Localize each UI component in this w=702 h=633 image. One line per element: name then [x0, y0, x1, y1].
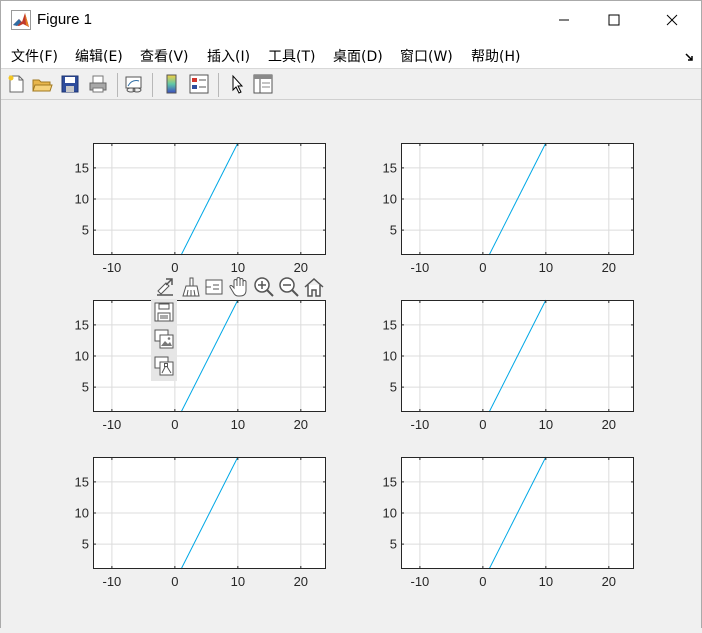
x-tick-label: 10: [539, 574, 553, 589]
save-icon[interactable]: [59, 73, 81, 95]
maximize-button[interactable]: [591, 1, 637, 39]
y-tick-label: 15: [383, 160, 397, 175]
close-icon: [666, 14, 678, 26]
close-button[interactable]: [649, 1, 695, 39]
property-inspector-icon[interactable]: [252, 73, 274, 95]
toolbar-separator: [117, 73, 118, 97]
data-tips-icon[interactable]: [202, 275, 226, 299]
y-tick-label: 10: [383, 192, 397, 207]
x-tick-label: -10: [102, 574, 121, 589]
minimize-icon: [559, 19, 569, 21]
y-tick-label: 10: [383, 506, 397, 521]
menu-desktop[interactable]: 桌面(D): [333, 46, 383, 66]
matlab-logo-icon: [11, 10, 31, 30]
toolbar-separator: [152, 73, 153, 97]
axes-row1-left[interactable]: -10 0 10 20 5 10 15: [75, 142, 326, 275]
x-tick-label: 20: [602, 260, 616, 275]
menu-insert[interactable]: 插入(I): [207, 46, 250, 66]
title-bar[interactable]: Figure 1: [1, 1, 701, 39]
x-tick-label: -10: [102, 417, 121, 432]
figure-toolbar: [1, 70, 701, 100]
x-tick-label: 0: [171, 574, 178, 589]
x-tick-label: -10: [102, 260, 121, 275]
menu-edit[interactable]: 编辑(E): [75, 46, 123, 66]
x-tick-label: 0: [479, 574, 486, 589]
y-tick-label: 15: [75, 317, 89, 332]
x-tick-label: 20: [294, 574, 308, 589]
axes-row3-right[interactable]: -10 0 10 20 5 10 15: [383, 456, 634, 589]
x-tick-label: 20: [294, 417, 308, 432]
pan-icon[interactable]: [227, 275, 251, 299]
axes-row1-right[interactable]: -10 0 10 20 5 10 15: [383, 142, 634, 275]
y-tick-label: 10: [383, 349, 397, 364]
x-tick-label: 20: [602, 417, 616, 432]
axes-toolbar: [151, 275, 331, 299]
x-tick-label: 10: [231, 574, 245, 589]
y-tick-label: 10: [75, 349, 89, 364]
x-tick-label: -10: [410, 574, 429, 589]
x-tick-label: 20: [294, 260, 308, 275]
axes-row2-right[interactable]: -10 0 10 20 5 10 15: [383, 299, 634, 432]
figure-window: Figure 1 文件(F) 编辑(E) 查看(V) 插入(I) 工具(T) 桌…: [0, 0, 702, 628]
y-tick-label: 5: [390, 380, 397, 395]
y-tick-label: 15: [75, 160, 89, 175]
brush-icon[interactable]: [178, 275, 202, 299]
axes-row3-left[interactable]: -10 0 10 20 5 10 15: [75, 456, 326, 589]
export-icon[interactable]: [153, 275, 177, 299]
x-tick-label: -10: [410, 260, 429, 275]
new-figure-icon[interactable]: [5, 73, 27, 95]
y-tick-label: 5: [82, 380, 89, 395]
legend-icon[interactable]: [188, 73, 210, 95]
y-tick-label: 10: [75, 506, 89, 521]
minimize-button[interactable]: [541, 1, 587, 39]
window-title: Figure 1: [37, 11, 93, 28]
x-tick-label: 10: [231, 417, 245, 432]
y-tick-label: 5: [82, 223, 89, 238]
save-as-icon[interactable]: [153, 301, 175, 323]
menu-dock-arrow-icon[interactable]: [685, 49, 695, 61]
menu-window[interactable]: 窗口(W): [400, 46, 453, 66]
open-file-icon[interactable]: [31, 73, 53, 95]
subplot-grid: -10 0 10 2051015-10 0 10 2051015-10 0 10 2051015-…: [75, 142, 634, 589]
menu-view[interactable]: 查看(V): [140, 46, 189, 66]
home-icon[interactable]: [302, 275, 326, 299]
y-tick-label: 15: [75, 474, 89, 489]
x-tick-label: 10: [539, 260, 553, 275]
x-tick-label: 0: [171, 260, 178, 275]
y-tick-label: 5: [390, 223, 397, 238]
export-menu: [151, 299, 177, 381]
toolbar-separator: [218, 73, 219, 97]
menu-bar: 文件(F) 编辑(E) 查看(V) 插入(I) 工具(T) 桌面(D) 窗口(W…: [1, 39, 701, 69]
y-tick-label: 15: [383, 317, 397, 332]
x-tick-label: 10: [231, 260, 245, 275]
menu-help[interactable]: 帮助(H): [471, 46, 520, 66]
figure-canvas: -10 0 10 20 5 10 15 -10 0 10 20 5 10 15 -10 0 10 20 5 10 15-…: [1, 101, 701, 628]
menu-file[interactable]: 文件(F): [11, 46, 58, 66]
y-tick-label: 5: [82, 537, 89, 552]
x-tick-label: 0: [171, 417, 178, 432]
copy-as-image-icon[interactable]: [153, 328, 175, 350]
zoom-out-icon[interactable]: [277, 275, 301, 299]
maximize-icon: [608, 14, 620, 26]
y-tick-label: 15: [383, 474, 397, 489]
x-tick-label: 20: [602, 574, 616, 589]
menu-tools[interactable]: 工具(T): [268, 46, 315, 66]
x-tick-label: -10: [410, 417, 429, 432]
x-tick-label: 10: [539, 417, 553, 432]
y-tick-label: 5: [390, 537, 397, 552]
x-tick-label: 0: [479, 260, 486, 275]
link-plot-icon[interactable]: [123, 73, 145, 95]
edit-plot-arrow-icon[interactable]: [226, 73, 248, 95]
axes-row2-left[interactable]: -10 0 10 20 5 10 15: [75, 299, 326, 432]
zoom-in-icon[interactable]: [252, 275, 276, 299]
copy-as-vector-icon[interactable]: [153, 355, 175, 377]
x-tick-label: 0: [479, 417, 486, 432]
colorbar-icon[interactable]: [161, 73, 183, 95]
y-tick-label: 10: [75, 192, 89, 207]
print-icon[interactable]: [87, 73, 109, 95]
